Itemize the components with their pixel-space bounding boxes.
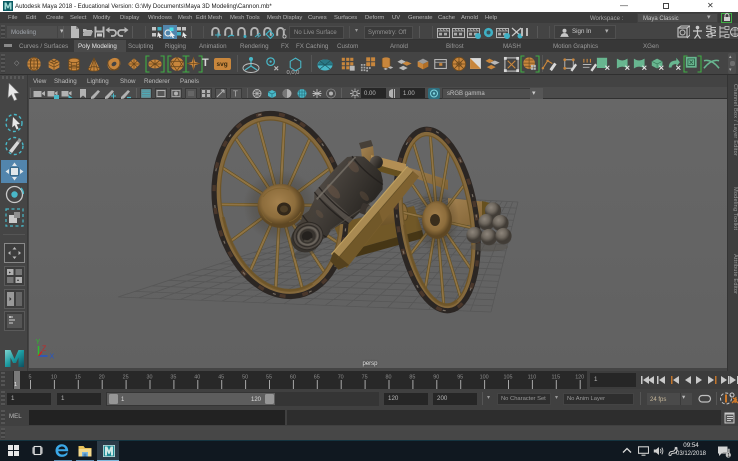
svg-text:X: X [50, 354, 55, 361]
svg-text:1: 1 [727, 453, 730, 458]
svg-text:Y: Y [36, 339, 41, 346]
svg-text:T: T [233, 89, 238, 98]
svg-text:Z: Z [42, 346, 47, 353]
